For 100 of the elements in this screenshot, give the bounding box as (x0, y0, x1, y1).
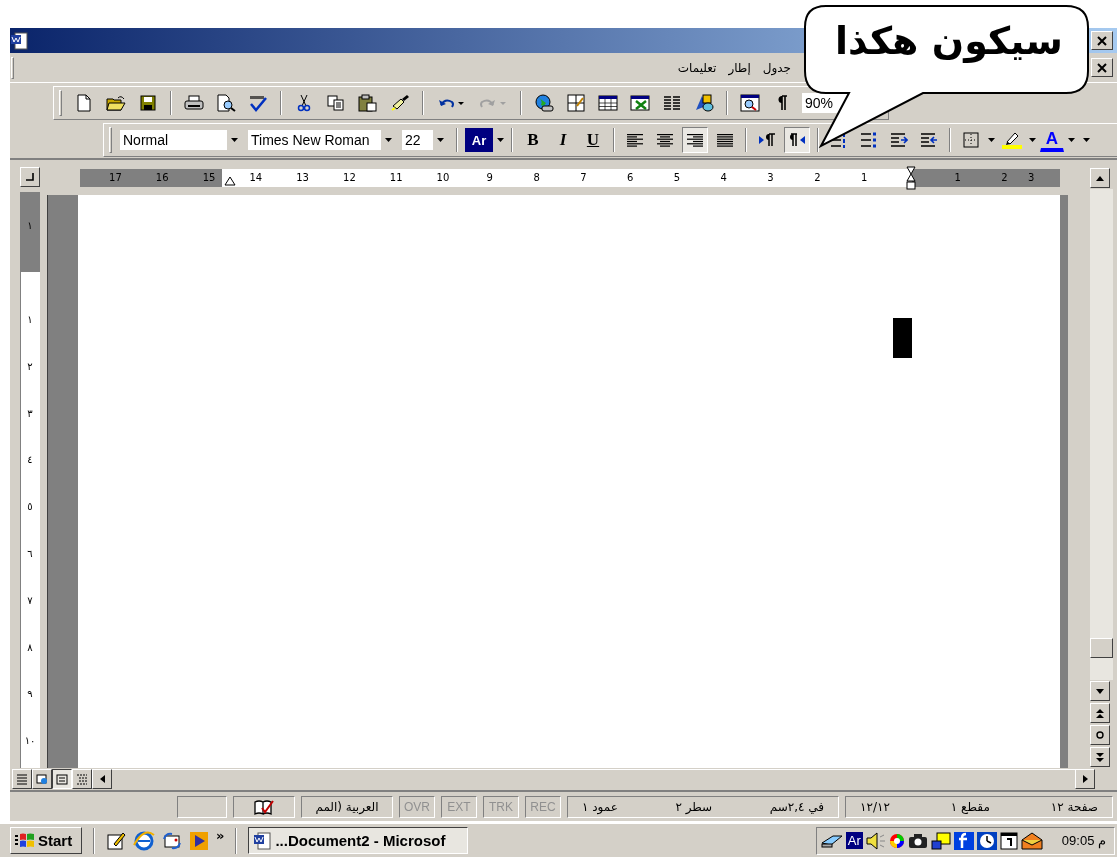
underline-button[interactable]: U (580, 127, 606, 153)
scroll-left-button[interactable] (92, 769, 112, 789)
font-color-button[interactable]: A (1040, 128, 1064, 152)
caret-icon[interactable] (1029, 138, 1036, 142)
ruler-number: ٣ (27, 408, 33, 419)
caret-icon[interactable] (1068, 138, 1075, 142)
ruler-number: ٥ (27, 502, 33, 513)
caret-icon[interactable] (497, 138, 504, 142)
scissors-icon (297, 93, 311, 112)
scrollbar-thumb[interactable] (1090, 638, 1113, 658)
scanner-icon[interactable] (820, 832, 843, 849)
more-icons-button[interactable]: » (216, 828, 225, 843)
bold-button[interactable]: B (520, 127, 546, 153)
close-document-button[interactable] (1091, 58, 1113, 77)
font-size-dropdown[interactable]: 22 (401, 129, 449, 151)
document-icon (10, 31, 28, 50)
scroll-down-button[interactable] (1090, 681, 1110, 701)
printer-icon (184, 94, 204, 111)
language-button[interactable]: Ar (465, 128, 493, 152)
ruler-number: ٢ (27, 361, 33, 372)
align-right-icon[interactable] (682, 127, 708, 153)
menu-item[interactable]: تعليمات (677, 58, 717, 77)
normal-view-icon[interactable] (12, 769, 32, 789)
speaker-icon[interactable] (865, 831, 886, 850)
windows-logo-icon (14, 831, 36, 850)
indent-marker-icon[interactable] (224, 176, 236, 186)
media-player-icon[interactable] (189, 830, 209, 851)
clock-icon[interactable] (976, 831, 997, 850)
font-tool-icon[interactable] (953, 831, 974, 850)
status-text: صفحة ١٢ (1050, 799, 1098, 814)
outline-view-icon[interactable] (72, 769, 92, 789)
ruler-number: 2 (814, 172, 821, 183)
ruler-number: 17 (109, 172, 122, 183)
caret-icon (437, 138, 444, 142)
magnifier-page-icon (216, 93, 236, 112)
ruler-number: 14 (249, 172, 263, 183)
ruler-number: 7 (580, 172, 587, 183)
sync-icon[interactable] (162, 830, 182, 851)
status-text: ١٢/١٢ (860, 799, 890, 814)
scroll-up-button[interactable] (1090, 168, 1110, 188)
display-settings-icon[interactable] (930, 831, 951, 850)
ruler-number: 9 (486, 172, 493, 183)
ruler-number: ٦ (27, 548, 33, 559)
menu-bar-handle[interactable] (11, 56, 14, 79)
italic-button[interactable]: I (550, 127, 576, 153)
status-text: مقطع ١ (950, 799, 990, 814)
toolbar-options-icon[interactable] (1083, 138, 1090, 142)
ruler-number: 6 (626, 172, 634, 183)
copy-icon (327, 94, 345, 111)
tab-stop-icon (25, 173, 34, 181)
camera-icon[interactable] (907, 832, 928, 849)
right-to-left-icon[interactable] (784, 127, 810, 153)
text-cursor (893, 318, 912, 358)
close-icon (1096, 62, 1108, 73)
ruler-number: ٨ (27, 642, 33, 653)
browse-object-button[interactable] (1090, 725, 1110, 745)
scrollbar-track[interactable] (1090, 189, 1113, 680)
ruler-number: ١ (27, 315, 33, 325)
taskbar-window-button[interactable]: ...Document2 - Microsof (248, 827, 469, 854)
ruler-number: ٧ (27, 595, 33, 606)
ruler-number: 16 (155, 172, 169, 183)
ruler-number: ٩ (27, 689, 33, 700)
print-layout-icon[interactable] (52, 769, 72, 789)
browser-icon[interactable] (133, 830, 155, 851)
spelling-book-icon[interactable] (254, 798, 274, 815)
menu-item[interactable]: إطار (728, 58, 751, 77)
caret-icon[interactable] (988, 138, 995, 142)
status-text: في ٢,٤سم (769, 799, 824, 814)
ruler-number: ١٠ (24, 736, 36, 747)
arrow-up-icon (1096, 175, 1104, 181)
ruler-number: 10 (436, 172, 450, 183)
notepad-icon[interactable] (106, 830, 126, 851)
web-layout-icon[interactable] (32, 769, 52, 789)
close-button[interactable] (1091, 31, 1113, 50)
ruler-number: 4 (720, 172, 727, 183)
circle-icon (1096, 731, 1104, 739)
document-icon (253, 831, 272, 850)
style-dropdown[interactable]: Normal (119, 129, 243, 151)
ruler-number: 15 (202, 172, 216, 183)
calendar-icon[interactable] (999, 831, 1018, 850)
tab-selector-button[interactable] (19, 167, 40, 187)
next-page-button[interactable] (1090, 747, 1110, 767)
font-dropdown[interactable]: Times New Roman (247, 129, 397, 151)
language-indicator: العربية (المم (301, 795, 393, 818)
menu-item[interactable]: جدول (762, 58, 791, 77)
scroll-right-button[interactable] (1075, 769, 1095, 789)
arrow-right-icon (1082, 775, 1088, 783)
ruler-number: 13 (296, 172, 309, 183)
previous-page-button[interactable] (1090, 703, 1110, 723)
folder-icon (106, 94, 126, 111)
indent-marker-icon[interactable] (905, 165, 916, 190)
ruler-number: 2 (1001, 172, 1008, 183)
close-icon (1096, 35, 1108, 46)
envelope-icon[interactable] (1020, 831, 1043, 850)
status-text: سطر ٢ (675, 799, 713, 814)
keyboard-language-indicator[interactable]: Ar (845, 832, 863, 849)
start-button[interactable]: Start (10, 827, 82, 854)
clock: 09:05 م (1061, 833, 1107, 848)
color-wheel-icon[interactable] (888, 832, 905, 849)
ruler-number: 8 (533, 172, 540, 183)
